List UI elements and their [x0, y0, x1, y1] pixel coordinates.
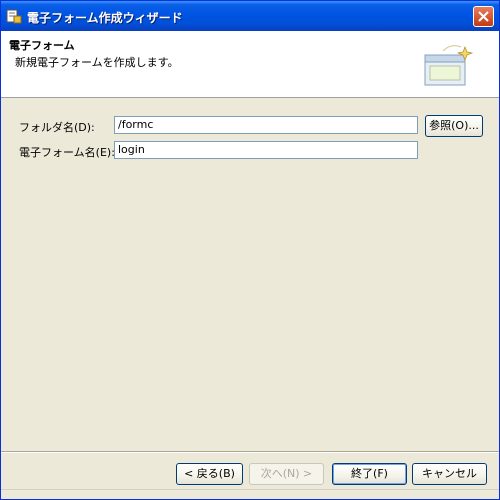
form-name-label: 電子フォーム名(E): [19, 146, 115, 159]
new-form-wizard-icon [424, 45, 474, 86]
cancel-button[interactable]: キャンセル [412, 463, 487, 485]
finish-button[interactable]: 終了(F) [332, 463, 407, 485]
folder-input[interactable]: /formc [114, 116, 418, 134]
wizard-banner: 電子フォーム 新規電子フォームを作成します。 [1, 31, 499, 98]
browse-button[interactable]: 参照(O)... [425, 115, 483, 137]
window-bottom-edge [1, 489, 499, 490]
form-name-input[interactable]: login [114, 141, 418, 159]
folder-label: フォルダ名(D): [19, 121, 95, 134]
banner-description: 新規電子フォームを作成します。 [15, 56, 179, 69]
next-button[interactable]: 次へ(N) > [249, 463, 324, 485]
title-bar[interactable]: 電子フォーム作成ウィザード [1, 1, 499, 31]
close-icon [478, 11, 489, 22]
wizard-window: 電子フォーム作成ウィザード 電子フォーム 新規電子フォームを作成します。 フォル… [0, 0, 500, 500]
close-button[interactable] [473, 6, 494, 27]
wizard-app-icon [6, 8, 22, 24]
footer-separator [1, 451, 499, 453]
window-title: 電子フォーム作成ウィザード [27, 11, 183, 25]
banner-title: 電子フォーム [9, 39, 75, 52]
back-button[interactable]: < 戻る(B) [176, 463, 243, 485]
